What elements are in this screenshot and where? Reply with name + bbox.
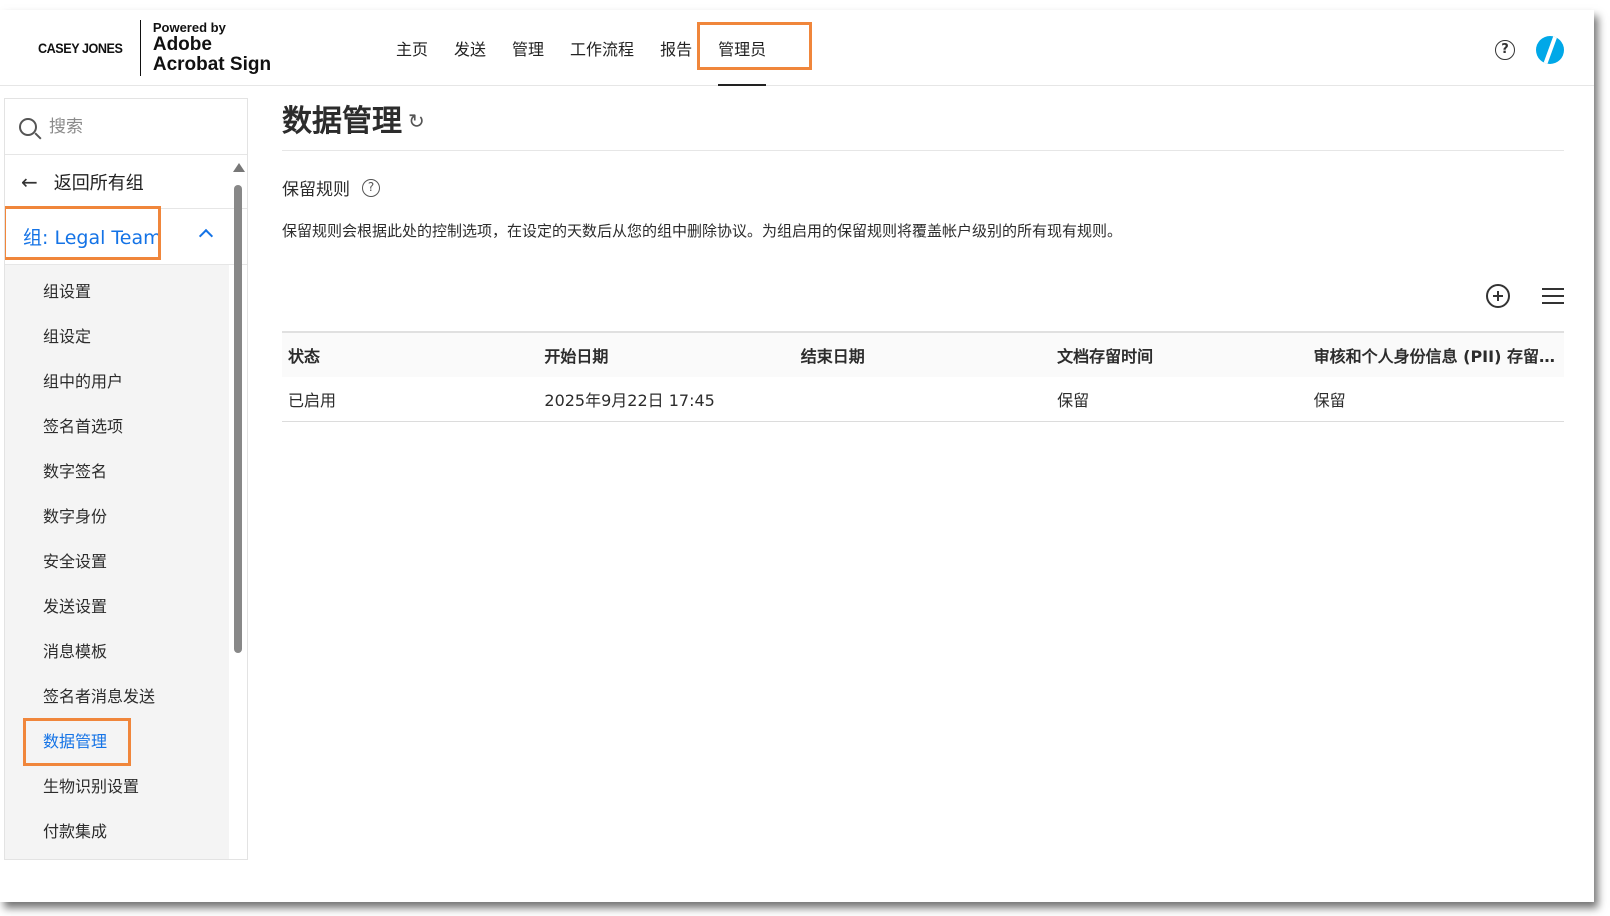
help-icon[interactable]: ?	[362, 178, 380, 197]
retention-rules-table: 状态 开始日期 结束日期 文档存留时间 审核和个人身份信息 (PII) 存留时间…	[282, 331, 1564, 422]
sidebar-item-data-management[interactable]: 数据管理	[5, 717, 229, 766]
back-arrow-icon: ←	[21, 169, 38, 194]
refresh-icon[interactable]: ↻	[408, 109, 425, 133]
sidebar-item-signer-messaging[interactable]: 签名者消息发送	[5, 672, 229, 717]
sidebar-scrollbar[interactable]	[231, 163, 245, 859]
group-highlight-box	[5, 206, 161, 260]
back-label: 返回所有组	[53, 172, 144, 194]
section-title: 保留规则	[282, 180, 350, 200]
brand-logo[interactable]: CASEY JONES Powered by Adobe Acrobat Sig…	[38, 18, 271, 78]
column-header-document-retention[interactable]: 文档存留时间	[1051, 343, 1307, 367]
casey-jones-logo: CASEY JONES	[38, 40, 123, 56]
adobe-text: Adobe	[152, 33, 212, 55]
page-title-row: 数据管理 ↻	[282, 86, 1564, 151]
table-row[interactable]: 已启用 2025年9月22日 17:45 保留 保留	[282, 377, 1564, 422]
scroll-thumb[interactable]	[234, 185, 242, 653]
sidebar-item-group-preferences[interactable]: 组设定	[5, 312, 229, 357]
app-window: CASEY JONES Powered by Adobe Acrobat Sig…	[0, 10, 1594, 902]
sidebar-item-message-templates[interactable]: 消息模板	[5, 627, 229, 672]
top-header: CASEY JONES Powered by Adobe Acrobat Sig…	[0, 10, 1594, 86]
data-management-highlight-box	[23, 718, 131, 766]
brand-divider	[139, 20, 141, 76]
scroll-up-icon[interactable]	[233, 163, 245, 172]
sidebar: ← 返回所有组 组: Legal Team 组设置 组设定 组中的用户 签名首选…	[4, 98, 248, 860]
main-content: 数据管理 ↻ 保留规则 ? 保留规则会根据此处的控制选项，在设定的天数后从您的组…	[282, 86, 1564, 422]
menu-icon[interactable]	[1542, 288, 1564, 304]
search-input[interactable]	[49, 116, 209, 137]
help-icon[interactable]: ?	[1495, 40, 1515, 60]
section-description: 保留规则会根据此处的控制选项，在设定的天数后从您的组中删除协议。为组启用的保留规…	[282, 222, 1123, 240]
search-icon	[19, 117, 37, 136]
nav-reports[interactable]: 报告	[660, 10, 692, 86]
cell-start-date: 2025年9月22日 17:45	[544, 391, 715, 410]
acrobat-sign-text: Acrobat Sign	[152, 53, 272, 75]
retention-rules-header: 保留规则 ?	[282, 175, 1564, 200]
cell-audit-pii-retention: 保留	[1313, 391, 1346, 410]
adobe-sign-logo: Powered by Adobe Acrobat Sign	[153, 21, 271, 75]
page-title: 数据管理	[282, 104, 402, 139]
avatar[interactable]	[1536, 36, 1564, 64]
sidebar-item-group-settings[interactable]: 组设置	[5, 267, 229, 312]
table-toolbar	[1486, 284, 1564, 308]
nav-workflows[interactable]: 工作流程	[570, 10, 634, 86]
sidebar-item-users-in-group[interactable]: 组中的用户	[5, 357, 229, 402]
chevron-up-icon[interactable]	[198, 228, 214, 244]
cell-document-retention: 保留	[1057, 391, 1090, 410]
add-icon[interactable]	[1486, 284, 1510, 308]
table-header: 状态 开始日期 结束日期 文档存留时间 审核和个人身份信息 (PII) 存留时间	[282, 333, 1564, 377]
column-header-start-date[interactable]: 开始日期	[538, 343, 794, 367]
column-header-status[interactable]: 状态	[282, 343, 538, 367]
sidebar-search	[5, 99, 247, 155]
back-to-all-groups[interactable]: ← 返回所有组	[5, 155, 247, 209]
sidebar-item-biometric-settings[interactable]: 生物识别设置	[5, 762, 229, 807]
sidebar-item-digital-signatures[interactable]: 数字签名	[5, 447, 229, 492]
group-header[interactable]: 组: Legal Team	[5, 206, 247, 265]
sidebar-item-security-settings[interactable]: 安全设置	[5, 537, 229, 582]
sidebar-item-payment-integration[interactable]: 付款集成	[5, 807, 229, 852]
nav-home[interactable]: 主页	[396, 10, 428, 86]
sidebar-item-digital-identity[interactable]: 数字身份	[5, 492, 229, 537]
column-header-end-date[interactable]: 结束日期	[795, 343, 1051, 367]
sidebar-item-send-settings[interactable]: 发送设置	[5, 582, 229, 627]
powered-by-text: Powered by	[152, 20, 226, 36]
cell-status: 已启用	[288, 391, 337, 410]
group-menu: 组设置 组设定 组中的用户 签名首选项 数字签名 数字身份 安全设置 发送设置 …	[5, 265, 229, 859]
nav-send[interactable]: 发送	[454, 10, 486, 86]
column-header-audit-pii-retention[interactable]: 审核和个人身份信息 (PII) 存留时间	[1308, 343, 1564, 367]
sidebar-item-signature-preferences[interactable]: 签名首选项	[5, 402, 229, 447]
nav-admin-highlight-box	[697, 22, 812, 70]
nav-manage[interactable]: 管理	[512, 10, 544, 86]
